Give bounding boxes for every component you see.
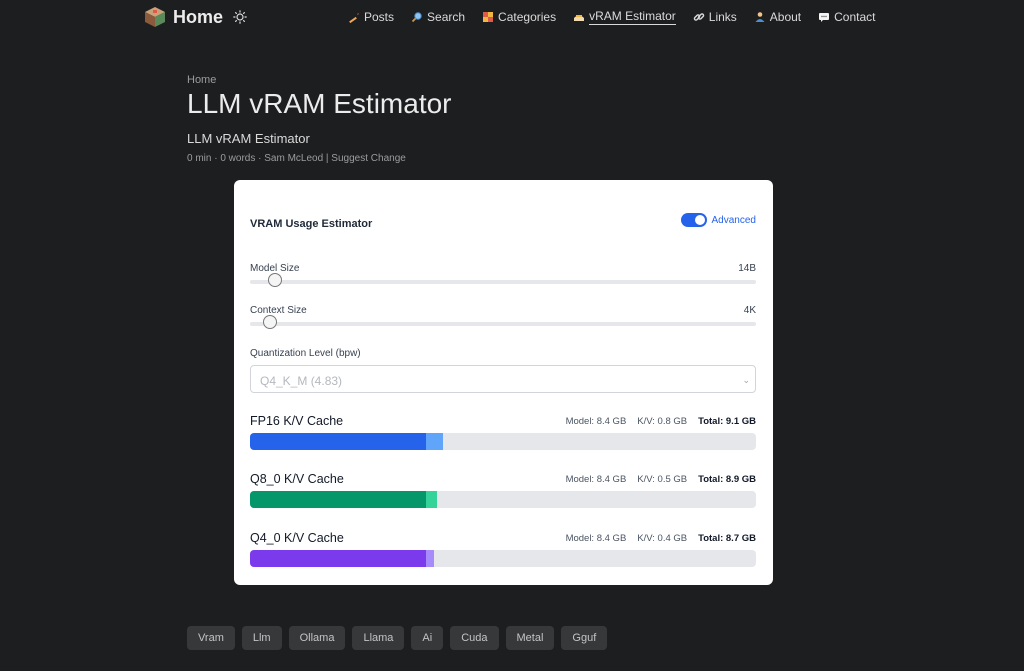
nav-links-label: Links xyxy=(708,10,737,24)
pencil-icon xyxy=(349,13,359,23)
toggle-knob xyxy=(694,215,705,225)
quantization-select[interactable]: Q4_K_M (4.83) ⌄ xyxy=(250,365,756,393)
context-size-thumb[interactable] xyxy=(262,315,277,329)
nav-posts[interactable]: Posts xyxy=(348,7,394,27)
model-size-stat: Model: 8.4 GB xyxy=(565,533,627,544)
home-label: Home xyxy=(173,6,224,27)
nav-categories-label: Categories xyxy=(498,10,557,24)
model-usage-fill xyxy=(250,550,427,567)
tag-metal[interactable]: Metal xyxy=(505,626,555,650)
estimator-title: VRAM Usage Estimator xyxy=(250,218,373,230)
tag-ollama[interactable]: Ollama xyxy=(288,626,346,650)
tag-gguf[interactable]: Gguf xyxy=(561,626,608,650)
model-size-stat: Model: 8.4 GB xyxy=(565,474,627,485)
nav-search-label: Search xyxy=(427,10,466,24)
tag-cuda[interactable]: Cuda xyxy=(450,626,499,650)
model-size-thumb[interactable] xyxy=(267,273,282,287)
nav-contact[interactable]: Contact xyxy=(818,7,876,27)
home-link[interactable]: Home xyxy=(143,5,247,29)
magnifier-icon xyxy=(411,12,422,23)
usage-bar xyxy=(250,491,756,508)
context-size-slider[interactable] xyxy=(250,322,756,326)
total-stat: Total: 9.1 GB xyxy=(698,416,756,427)
main-nav: Posts Search Categories vRAM Estimator L… xyxy=(348,0,893,34)
kv-size-stat: K/V: 0.8 GB xyxy=(637,416,688,427)
chat-icon xyxy=(819,13,830,22)
context-size-value: 4K xyxy=(743,305,756,316)
cache-name: Q4_0 K/V Cache xyxy=(250,531,344,545)
nav-posts-label: Posts xyxy=(364,10,395,24)
total-stat: Total: 8.7 GB xyxy=(698,533,756,544)
model-size-stat: Model: 8.4 GB xyxy=(565,416,627,427)
quantization-label: Quantization Level (bpw) xyxy=(250,348,361,359)
tag-vram[interactable]: Vram xyxy=(187,626,235,650)
usage-bar xyxy=(250,433,756,450)
model-size-value: 14B xyxy=(738,263,756,274)
nav-vram-estimator-label: vRAM Estimator xyxy=(589,9,676,25)
advanced-toggle[interactable] xyxy=(680,213,707,227)
nav-search[interactable]: Search xyxy=(411,7,465,27)
cache-stats: Model: 8.4 GB K/V: 0.4 GB Total: 8.7 GB xyxy=(566,533,756,544)
nav-links[interactable]: Links xyxy=(693,7,737,27)
usage-bar xyxy=(250,550,756,567)
sun-icon[interactable] xyxy=(233,10,247,24)
post-meta: 0 min · 0 words · Sam McLeod | Suggest C… xyxy=(187,153,406,164)
cache-stats: Model: 8.4 GB K/V: 0.8 GB Total: 9.1 GB xyxy=(566,416,756,427)
kv-size-stat: K/V: 0.5 GB xyxy=(637,474,688,485)
kv-usage-fill xyxy=(426,550,435,567)
post-tags: Vram Llm Ollama Llama Ai Cuda Metal Gguf xyxy=(187,626,608,650)
breadcrumb-home[interactable]: Home xyxy=(187,74,216,86)
estimator-icon xyxy=(574,15,585,21)
link-icon xyxy=(693,13,705,21)
categories-icon xyxy=(483,12,494,22)
kv-size-stat: K/V: 0.4 GB xyxy=(637,533,688,544)
cache-row-q4: Q4_0 K/V Cache Model: 8.4 GB K/V: 0.4 GB… xyxy=(250,531,756,567)
model-size-slider[interactable] xyxy=(250,280,756,284)
cache-stats: Model: 8.4 GB K/V: 0.5 GB Total: 8.9 GB xyxy=(566,474,756,485)
nav-about-label: About xyxy=(769,10,802,24)
cache-row-q8: Q8_0 K/V Cache Model: 8.4 GB K/V: 0.5 GB… xyxy=(250,472,756,508)
quantization-value: Q4_K_M (4.83) xyxy=(260,374,343,388)
context-size-label: Context Size xyxy=(250,305,307,316)
chevron-down-icon: ⌄ xyxy=(742,375,750,385)
logo-icon xyxy=(145,7,165,27)
advanced-toggle-wrap: Advanced xyxy=(680,213,756,227)
total-stat: Total: 8.9 GB xyxy=(698,474,756,485)
advanced-label[interactable]: Advanced xyxy=(712,215,756,226)
tag-llm[interactable]: Llm xyxy=(241,626,282,650)
tag-ai[interactable]: Ai xyxy=(411,626,444,650)
vram-estimator-card: VRAM Usage Estimator Advanced Model Size… xyxy=(234,180,773,585)
kv-usage-fill xyxy=(426,433,443,450)
tag-llama[interactable]: Llama xyxy=(352,626,405,650)
person-icon xyxy=(755,12,765,22)
page-subtitle: LLM vRAM Estimator xyxy=(187,131,310,146)
page-title: LLM vRAM Estimator xyxy=(187,88,452,119)
cache-name: FP16 K/V Cache xyxy=(250,414,344,428)
nav-categories[interactable]: Categories xyxy=(482,7,556,27)
cache-name: Q8_0 K/V Cache xyxy=(250,472,344,486)
kv-usage-fill xyxy=(426,491,437,508)
model-usage-fill xyxy=(250,433,427,450)
cache-row-fp16: FP16 K/V Cache Model: 8.4 GB K/V: 0.8 GB… xyxy=(250,414,756,450)
nav-contact-label: Contact xyxy=(834,10,876,24)
site-header: Home Posts Search Categories vRAM Estima… xyxy=(0,0,1024,34)
nav-vram-estimator[interactable]: vRAM Estimator xyxy=(573,7,676,27)
model-usage-fill xyxy=(250,491,427,508)
nav-about[interactable]: About xyxy=(754,7,801,27)
